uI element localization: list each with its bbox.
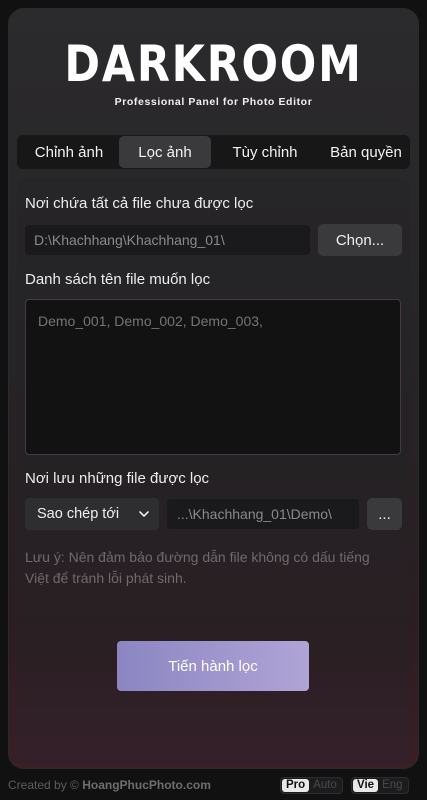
tab-bar: Chỉnh ảnh Lọc ảnh Tùy chỉnh Bản quyền xyxy=(17,135,410,169)
copy-mode-select[interactable]: Sao chép tới xyxy=(25,498,159,530)
destination-label: Nơi lưu những file được lọc xyxy=(25,470,210,487)
tab-chinh-anh[interactable]: Chỉnh ảnh xyxy=(19,136,119,168)
tab-loc-anh[interactable]: Lọc ảnh xyxy=(119,136,211,168)
source-label: Nơi chứa tất cả file chưa được lọc xyxy=(25,195,254,212)
mode-auto-option[interactable]: Auto xyxy=(309,779,341,792)
footer-credit: Created by © HoangPhucPhoto.com xyxy=(8,778,211,792)
mode-pro-option[interactable]: Pro xyxy=(282,779,310,792)
tab-ban-quyen[interactable]: Bản quyền xyxy=(319,136,413,168)
lang-vie-option[interactable]: Vie xyxy=(353,779,379,792)
mode-toggle[interactable]: Pro Auto xyxy=(280,777,343,794)
warning-note: Lưu ý: Nên đảm bảo đường dẫn file không … xyxy=(25,549,370,586)
tab-tuy-chinh[interactable]: Tùy chỉnh xyxy=(211,136,319,168)
chevron-down-icon xyxy=(139,511,149,517)
source-path-field[interactable]: D:\Khachhang\Khachhang_01\ xyxy=(25,225,310,255)
language-toggle[interactable]: Vie Eng xyxy=(351,777,409,794)
destination-path-field[interactable]: ...\Khachhang_01\Demo\ xyxy=(167,499,359,529)
lang-eng-option[interactable]: Eng xyxy=(378,779,406,792)
browse-destination-button[interactable]: ... xyxy=(367,498,402,530)
footer-site-link[interactable]: HoangPhucPhoto.com xyxy=(82,778,211,792)
choose-folder-button[interactable]: Chọn... xyxy=(318,224,402,256)
filelist-label: Danh sách tên file muốn lọc xyxy=(25,271,211,288)
footer-created-by: Created by © xyxy=(8,778,79,792)
app-subtitle: Professional Panel for Photo Editor xyxy=(114,96,313,108)
filelist-textarea[interactable] xyxy=(25,299,401,455)
app-logo: DARKROOM xyxy=(64,35,363,93)
copy-mode-value: Sao chép tới xyxy=(37,506,120,522)
start-filter-button[interactable]: Tiến hành lọc xyxy=(117,641,309,691)
